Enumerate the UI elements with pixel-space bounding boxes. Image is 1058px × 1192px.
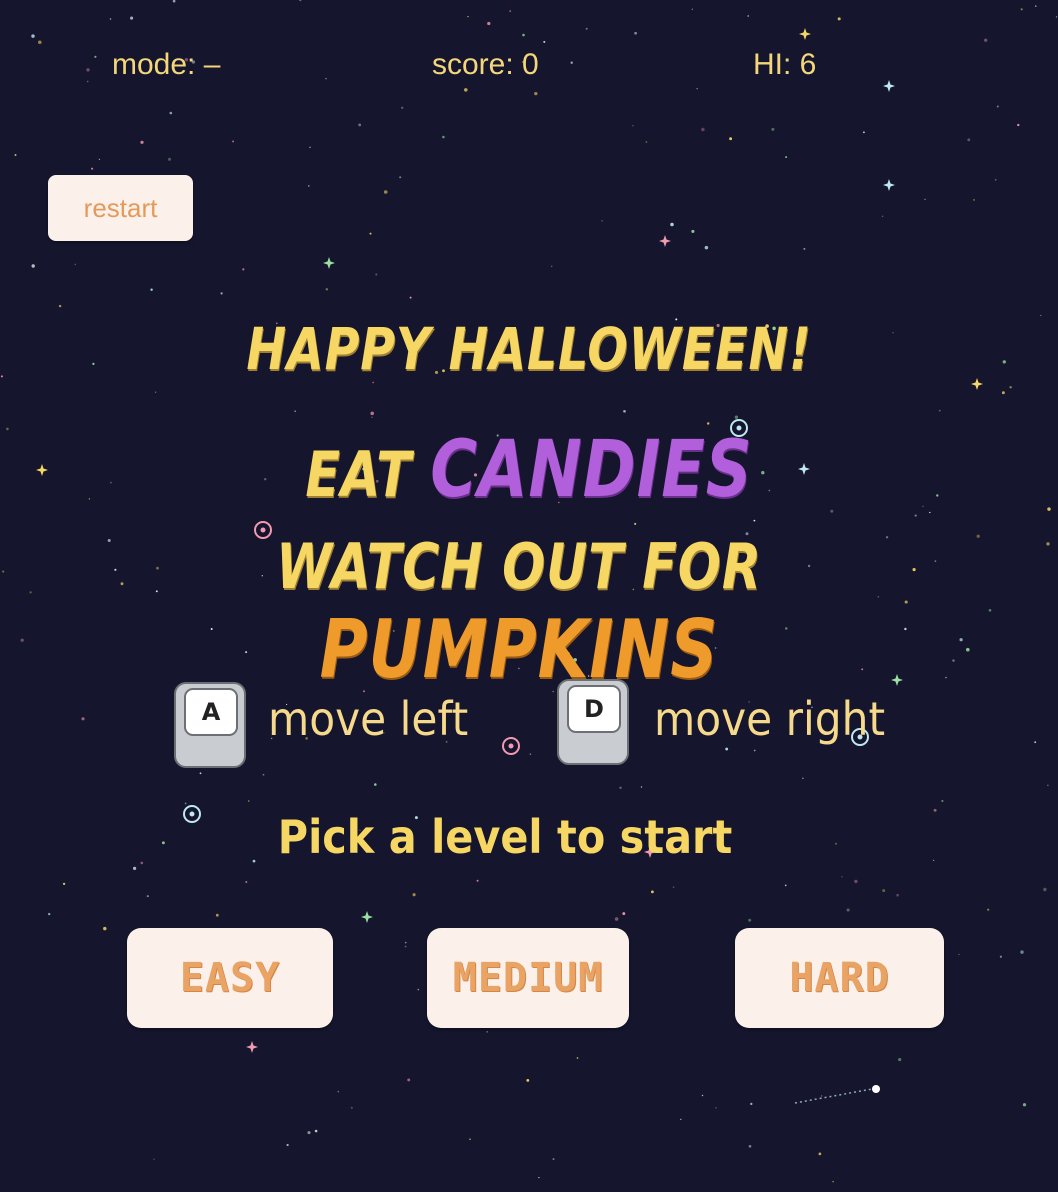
- mode-indicator: mode: –: [112, 48, 221, 81]
- title-line-watch-out: WATCH OUT FOR PUMPKINS: [85, 530, 953, 696]
- a-key-label: A: [184, 688, 238, 736]
- eat-label: EAT: [305, 438, 412, 511]
- score-indicator: score: 0: [432, 48, 539, 81]
- title-line-happy-halloween: HAPPY HALLOWEEN!: [246, 315, 812, 383]
- watch-out-label: WATCH OUT FOR: [276, 530, 762, 603]
- title-line-eat-candies: EAT CANDIES: [95, 425, 963, 515]
- medium-level-button[interactable]: MEDIUM: [427, 928, 629, 1028]
- move-left-label: move left: [268, 692, 469, 746]
- d-key-label: D: [567, 685, 621, 733]
- candies-highlight: CANDIES: [430, 425, 753, 515]
- hard-level-button[interactable]: HARD: [735, 928, 944, 1028]
- d-key-icon: D: [557, 679, 629, 765]
- a-key-icon: A: [174, 682, 246, 768]
- high-score-indicator: HI: 6: [753, 48, 817, 81]
- pick-level-prompt: Pick a level to start: [277, 810, 733, 864]
- move-right-label: move right: [654, 692, 886, 746]
- easy-level-button[interactable]: EASY: [127, 928, 333, 1028]
- restart-button[interactable]: restart: [48, 175, 193, 241]
- pumpkins-highlight: PUMPKINS: [319, 603, 719, 696]
